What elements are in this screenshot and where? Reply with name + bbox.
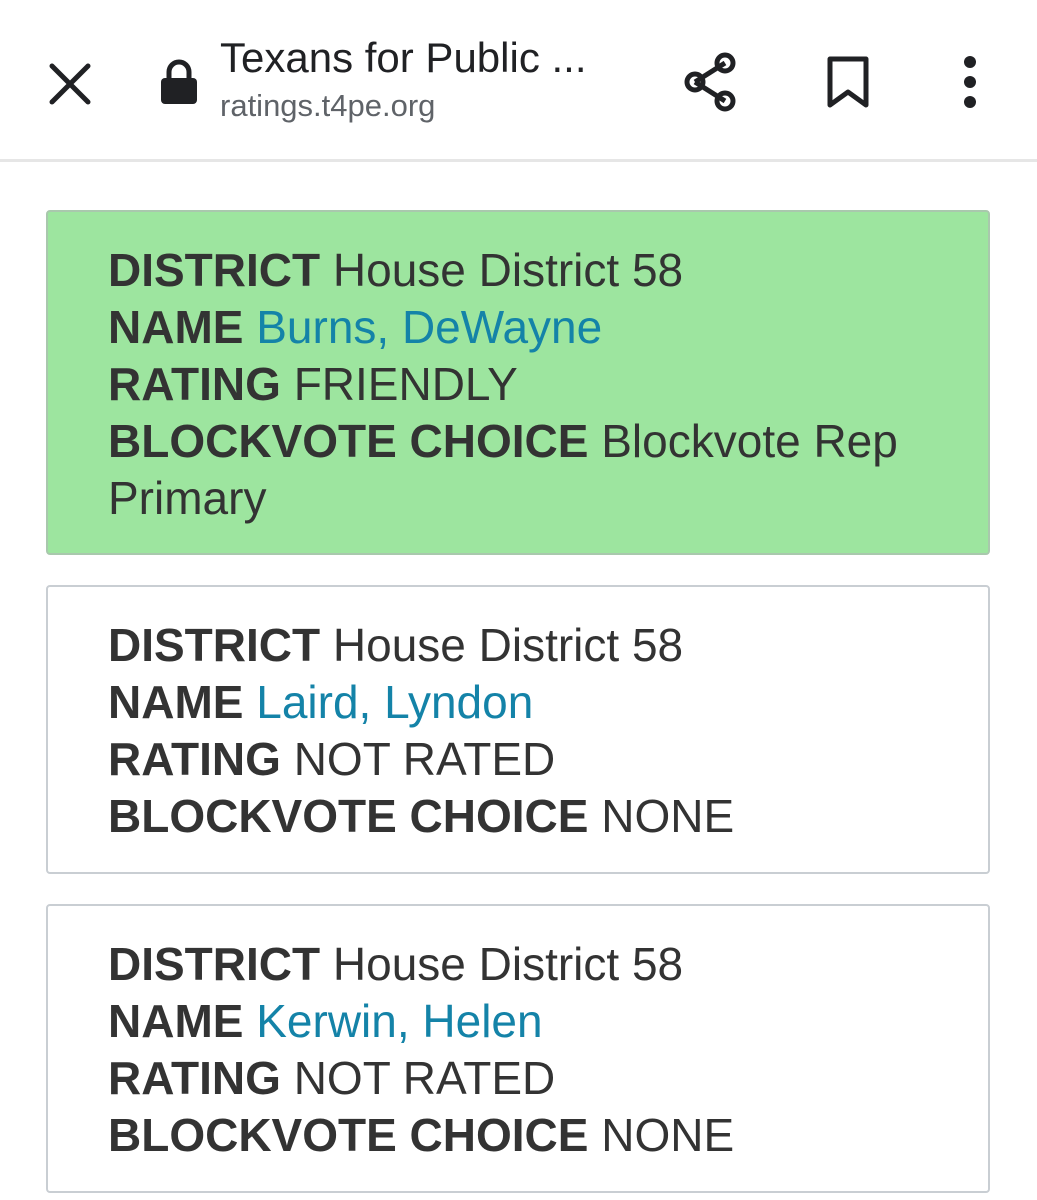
rating-value: NOT RATED [293, 1052, 556, 1104]
rating-row: RATING NOT RATED [108, 1050, 948, 1107]
blockvote-label: BLOCKVOTE CHOICE [108, 415, 589, 467]
district-label: DISTRICT [108, 244, 321, 296]
candidate-card: DISTRICT House District 58 NAME Kerwin, … [46, 904, 990, 1193]
blockvote-row: BLOCKVOTE CHOICE NONE [108, 1107, 948, 1164]
name-row: NAME Kerwin, Helen [108, 993, 948, 1050]
bookmark-button[interactable] [812, 44, 884, 120]
blockvote-label: BLOCKVOTE CHOICE [108, 1109, 589, 1161]
candidate-name-link[interactable]: Burns, DeWayne [256, 301, 602, 353]
browser-toolbar: Texans for Public ... ratings.t4pe.org [0, 0, 1037, 162]
blockvote-value: NONE [601, 1109, 735, 1161]
page-info[interactable]: Texans for Public ... ratings.t4pe.org [220, 32, 640, 126]
candidate-card: DISTRICT House District 58 NAME Laird, L… [46, 585, 990, 874]
blockvote-row: BLOCKVOTE CHOICE NONE [108, 788, 948, 845]
district-label: DISTRICT [108, 938, 321, 990]
district-value: House District 58 [332, 619, 684, 671]
bookmark-icon [827, 56, 869, 108]
district-value: House District 58 [332, 938, 684, 990]
candidate-name-link[interactable]: Laird, Lyndon [256, 676, 533, 728]
close-icon [49, 63, 91, 105]
district-value: House District 58 [332, 244, 684, 296]
blockvote-label: BLOCKVOTE CHOICE [108, 790, 589, 842]
share-button[interactable] [674, 44, 746, 120]
rating-label: RATING [108, 1052, 281, 1104]
close-button[interactable] [34, 48, 106, 120]
name-label: NAME [108, 301, 244, 353]
more-vert-icon [964, 56, 976, 108]
lock-icon [161, 59, 197, 104]
rating-label: RATING [108, 358, 281, 410]
district-label: DISTRICT [108, 619, 321, 671]
name-row: NAME Laird, Lyndon [108, 674, 948, 731]
blockvote-row: BLOCKVOTE CHOICE Blockvote Rep Primary [108, 413, 948, 527]
name-label: NAME [108, 676, 244, 728]
candidate-name-link[interactable]: Kerwin, Helen [256, 995, 542, 1047]
name-row: NAME Burns, DeWayne [108, 299, 948, 356]
share-icon [684, 52, 736, 112]
district-row: DISTRICT House District 58 [108, 617, 948, 674]
page-title: Texans for Public ... [220, 34, 587, 81]
rating-row: RATING FRIENDLY [108, 356, 948, 413]
candidate-card: DISTRICT House District 58 NAME Burns, D… [46, 210, 990, 555]
page-url: ratings.t4pe.org [220, 88, 436, 123]
rating-value: FRIENDLY [293, 358, 518, 410]
name-label: NAME [108, 995, 244, 1047]
rating-row: RATING NOT RATED [108, 731, 948, 788]
rating-label: RATING [108, 733, 281, 785]
district-row: DISTRICT House District 58 [108, 936, 948, 993]
rating-value: NOT RATED [293, 733, 556, 785]
blockvote-value: NONE [601, 790, 735, 842]
more-options-button[interactable] [934, 44, 1006, 120]
district-row: DISTRICT House District 58 [108, 242, 948, 299]
